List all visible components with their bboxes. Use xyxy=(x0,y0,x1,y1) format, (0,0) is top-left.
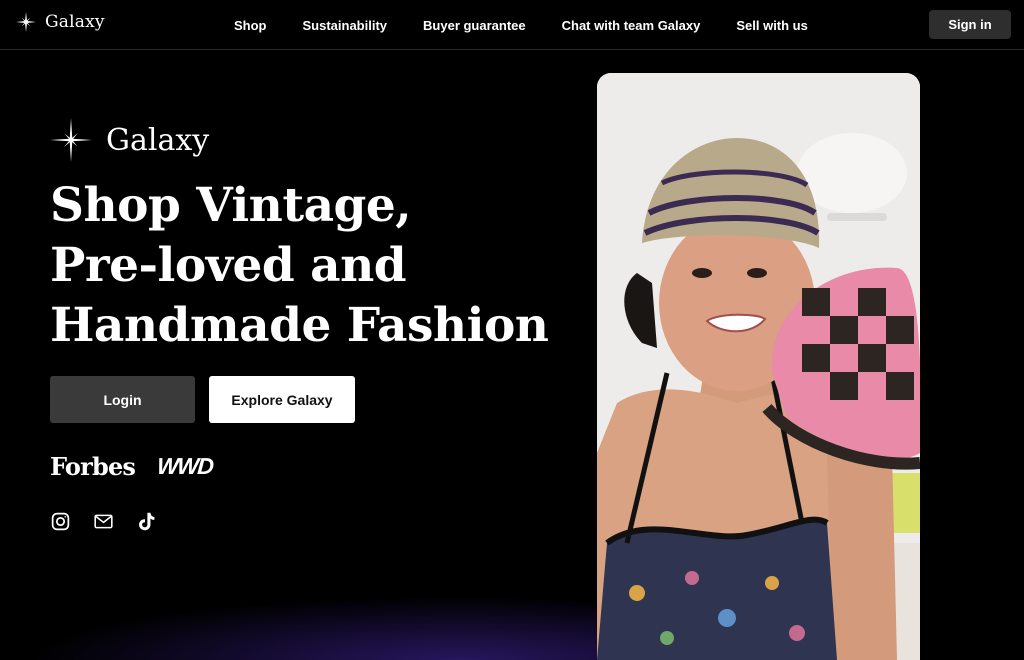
headline-line-1: Shop Vintage, xyxy=(50,178,412,233)
main-nav: Shop Sustainability Buyer guarantee Chat… xyxy=(216,0,826,50)
hero-logo: Galaxy xyxy=(50,118,209,162)
header-brand-name: Galaxy xyxy=(45,12,105,32)
instagram-icon[interactable] xyxy=(50,511,71,532)
nav-sustainability[interactable]: Sustainability xyxy=(303,18,388,33)
hero-brand-name: Galaxy xyxy=(106,122,210,158)
mail-icon[interactable] xyxy=(93,511,114,532)
hero-headline: Shop Vintage, Pre-loved and Handmade Fas… xyxy=(50,176,549,356)
social-links xyxy=(50,511,157,532)
top-navigation: Galaxy Shop Sustainability Buyer guarant… xyxy=(0,0,1024,50)
nav-shop[interactable]: Shop xyxy=(234,18,267,33)
nav-sell-with-us[interactable]: Sell with us xyxy=(736,18,808,33)
tiktok-icon[interactable] xyxy=(136,511,157,532)
header-logo[interactable]: Galaxy xyxy=(16,12,105,32)
sign-in-button[interactable]: Sign in xyxy=(929,10,1011,39)
headline-line-3: Handmade Fashion xyxy=(50,298,549,353)
model-illustration xyxy=(597,73,920,660)
headline-line-2: Pre-loved and xyxy=(50,238,407,293)
hero-photo xyxy=(597,73,920,660)
press-logos: Forbes WWD xyxy=(50,452,214,481)
explore-galaxy-button[interactable]: Explore Galaxy xyxy=(209,376,355,423)
nav-chat-team[interactable]: Chat with team Galaxy xyxy=(562,18,701,33)
sparkle-icon xyxy=(16,12,36,32)
login-button[interactable]: Login xyxy=(50,376,195,423)
wwd-logo: WWD xyxy=(156,453,214,479)
forbes-logo: Forbes xyxy=(50,452,136,481)
nav-buyer-guarantee[interactable]: Buyer guarantee xyxy=(423,18,526,33)
sparkle-icon xyxy=(50,118,92,162)
